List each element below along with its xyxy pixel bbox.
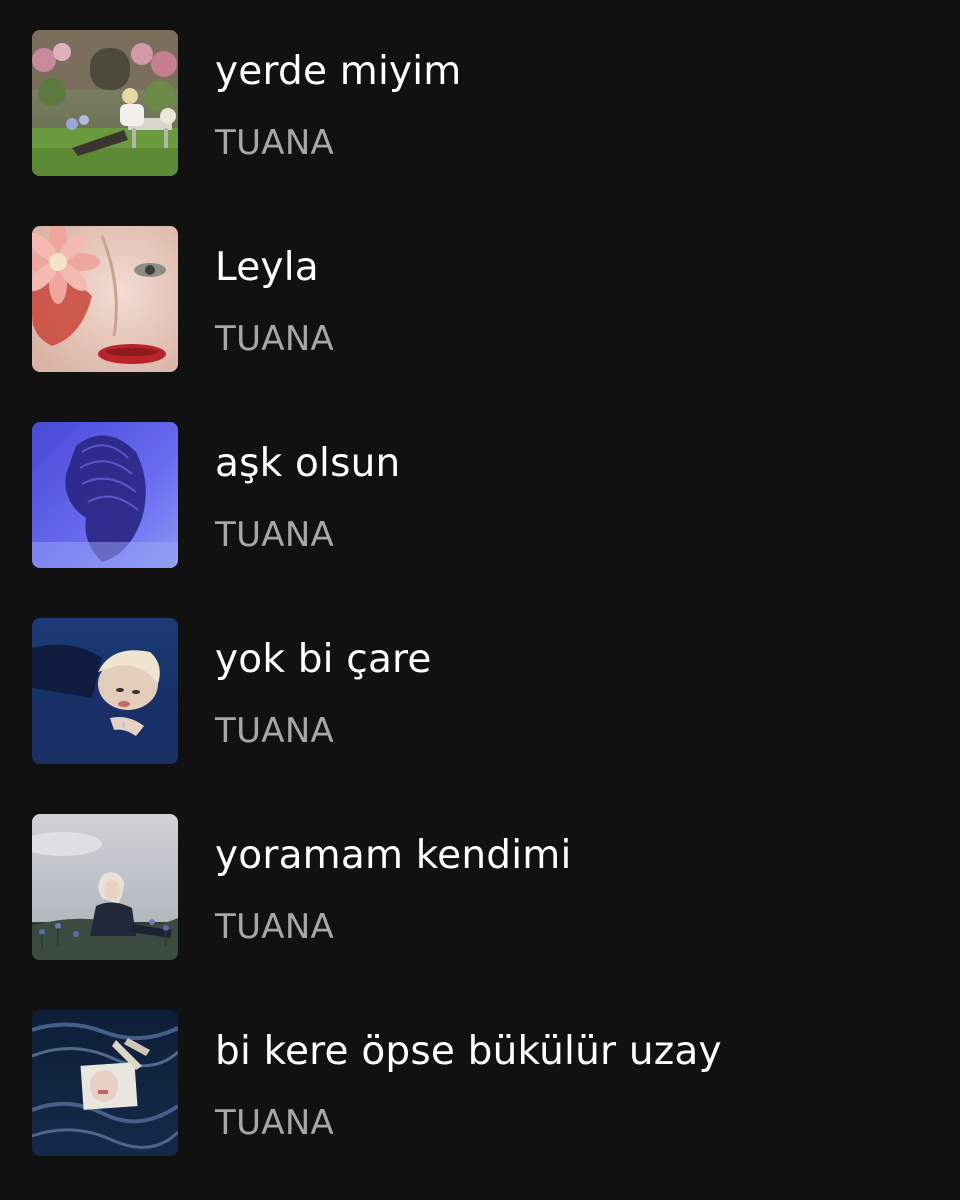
track-row-yoramam-kendimi[interactable]: yoramam kendimi TUANA xyxy=(32,814,932,960)
track-title: aşk olsun xyxy=(215,441,401,486)
track-title: yok bi çare xyxy=(215,637,432,682)
track-title: yerde miyim xyxy=(215,49,462,94)
track-list: yerde miyim TUANA Leyla TUANA aşk olsun … xyxy=(0,0,960,1200)
track-artist: TUANA xyxy=(215,319,335,359)
track-artist: TUANA xyxy=(215,123,335,163)
track-title: yoramam kendimi xyxy=(215,833,572,878)
album-cover-meadow-icon xyxy=(32,814,178,960)
track-row-yok-bi-care[interactable]: yok bi çare TUANA xyxy=(32,618,932,764)
track-row-yerde-miyim[interactable]: yerde miyim TUANA xyxy=(32,30,932,176)
track-artist: TUANA xyxy=(215,711,335,751)
album-cover-blue-portrait-icon xyxy=(32,618,178,764)
album-cover-water-icon xyxy=(32,1010,178,1156)
track-artist: TUANA xyxy=(215,907,335,947)
track-artist: TUANA xyxy=(215,515,335,555)
track-title: bi kere öpse bükülür uzay xyxy=(215,1029,722,1074)
track-artist: TUANA xyxy=(215,1103,335,1143)
track-title: Leyla xyxy=(215,245,319,290)
track-row-ask-olsun[interactable]: aşk olsun TUANA xyxy=(32,422,932,568)
track-row-bi-kere-opse-bukulur-uzay[interactable]: bi kere öpse bükülür uzay TUANA xyxy=(32,1010,932,1156)
album-cover-blue-silhouette-icon xyxy=(32,422,178,568)
album-cover-flower-face-icon xyxy=(32,226,178,372)
track-row-leyla[interactable]: Leyla TUANA xyxy=(32,226,932,372)
album-cover-garden-icon xyxy=(32,30,178,176)
